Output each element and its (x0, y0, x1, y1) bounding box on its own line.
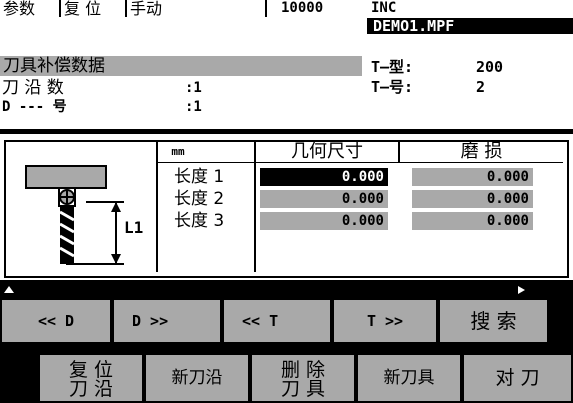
search-button[interactable]: 搜 索 (438, 298, 549, 344)
length3-label: 长度 3 (174, 211, 225, 231)
tool-compensation-title: 刀具补偿数据 (0, 56, 362, 76)
tool-info-block: 刀具补偿数据 刀 沿 数 :1 D --- 号 :1 T–型: 200 T–号:… (0, 34, 573, 129)
mode-status: 手动 (127, 0, 267, 17)
edge-count-label: 刀 沿 数 (2, 78, 64, 98)
offset-table: L1 mm 几何尺寸 磨 损 长度 1 0.000 0.000 长度 2 0.0… (4, 140, 569, 278)
status-bar: 参数 复 位 手动 10000 INC DEMO1.MPF (0, 0, 573, 34)
length2-label: 长度 2 (174, 189, 225, 209)
scroll-up-icon[interactable] (4, 286, 14, 293)
delete-tool-button[interactable]: 删 除 刀 具 (250, 353, 356, 403)
wear-length3-field[interactable]: 0.000 (412, 212, 533, 230)
geometry-header: 几何尺寸 (291, 141, 363, 162)
divider (156, 162, 563, 163)
wear-length1-field[interactable]: 0.000 (412, 168, 533, 186)
new-edge-button[interactable]: 新刀沿 (144, 353, 250, 403)
next-d-button[interactable]: D >> (112, 298, 222, 344)
reset-status: 复 位 (61, 0, 127, 17)
t-number-label: T–号: (371, 78, 414, 96)
increment-value: 10000 (281, 0, 324, 16)
prev-t-button[interactable]: << T (222, 298, 332, 344)
t-type-label: T–型: (371, 58, 414, 76)
geometry-length2-field[interactable]: 0.000 (260, 190, 388, 208)
d-number-value: :1 (185, 99, 202, 115)
program-name: DEMO1.MPF (367, 18, 573, 34)
unit-header: mm (171, 145, 185, 158)
wear-header: 磨 损 (460, 141, 503, 162)
t-type-value: 200 (476, 58, 504, 76)
reset-edge-line2: 刀 沿 (68, 378, 114, 400)
new-tool-button[interactable]: 新刀具 (356, 353, 462, 403)
geometry-length1-field[interactable]: 0.000 (260, 168, 388, 186)
reset-edge-button[interactable]: 复 位 刀 沿 (38, 353, 144, 403)
scroll-right-icon[interactable] (518, 286, 525, 294)
d-number-label: D --- 号 (2, 99, 67, 115)
next-t-button[interactable]: T >> (332, 298, 438, 344)
geometry-length3-field[interactable]: 0.000 (260, 212, 388, 230)
scroll-strip (0, 284, 573, 298)
params-label: 参数 (0, 0, 61, 17)
tool-setting-button[interactable]: 对 刀 (462, 353, 573, 403)
tool-offset-panel: L1 mm 几何尺寸 磨 损 长度 1 0.000 0.000 长度 2 0.0… (0, 132, 573, 282)
inc-label: INC (371, 0, 397, 16)
l1-label: L1 (124, 218, 144, 237)
length1-label: 长度 1 (174, 167, 225, 187)
t-number-value: 2 (476, 78, 486, 96)
drill-tool-icon (25, 165, 124, 265)
prev-d-button[interactable]: << D (0, 298, 112, 344)
delete-tool-line2: 刀 具 (280, 378, 326, 400)
wear-length2-field[interactable]: 0.000 (412, 190, 533, 208)
edge-count-value: :1 (185, 80, 202, 96)
